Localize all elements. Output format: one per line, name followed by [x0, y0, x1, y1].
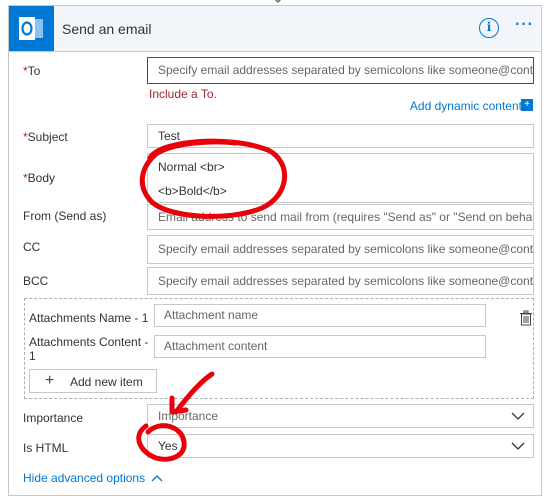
card-title: Send an email	[62, 21, 152, 37]
to-label: *To	[23, 64, 41, 78]
to-input[interactable]: Specify email addresses separated by sem…	[147, 57, 534, 84]
from-label: From (Send as)	[23, 209, 107, 223]
from-input[interactable]: Email address to send mail from (require…	[147, 204, 534, 230]
body-label: *Body	[23, 171, 56, 185]
cc-label: CC	[23, 240, 41, 254]
subject-input[interactable]: Test	[147, 124, 534, 148]
send-email-card: Send an email i ··· *To Specify email ad…	[8, 5, 542, 496]
more-options-icon[interactable]: ···	[515, 16, 534, 34]
hide-advanced-options-link[interactable]: Hide advanced options	[23, 471, 163, 485]
chevron-up-icon	[151, 471, 163, 485]
add-dynamic-content-link[interactable]: Add dynamic content	[410, 99, 522, 113]
is-html-dropdown[interactable]: Yes	[147, 434, 534, 458]
importance-dropdown[interactable]: Importance	[147, 404, 534, 428]
chevron-down-icon	[511, 412, 525, 420]
card-header[interactable]: Send an email i ···	[9, 6, 541, 52]
attachment-name-input[interactable]: Attachment name	[154, 304, 486, 327]
delete-icon[interactable]	[519, 310, 533, 326]
attachment-content-label: Attachments Content - 1	[29, 335, 149, 363]
subject-label: *Subject	[23, 130, 68, 144]
bcc-label: BCC	[23, 274, 49, 288]
is-html-label: Is HTML	[23, 441, 69, 455]
plus-icon[interactable]: +	[521, 99, 533, 111]
to-error-message: Include a To.	[149, 87, 217, 101]
outlook-icon	[9, 6, 54, 51]
cc-input[interactable]: Specify email addresses separated by sem…	[147, 235, 534, 264]
body-line-2: <b>Bold</b>	[158, 184, 227, 198]
body-line-1: Normal <br>	[158, 160, 225, 174]
attachment-content-input[interactable]: Attachment content	[154, 335, 486, 358]
info-icon[interactable]: i	[479, 18, 499, 38]
add-new-item-button[interactable]: + Add new item	[29, 369, 157, 393]
plus-icon: +	[45, 372, 55, 389]
importance-label: Importance	[23, 411, 84, 425]
bcc-input[interactable]: Specify email addresses separated by sem…	[147, 267, 534, 295]
chevron-down-icon	[511, 442, 525, 450]
body-editor[interactable]: Normal <br> <b>Bold</b>	[147, 153, 534, 203]
attachment-name-label: Attachments Name - 1	[29, 311, 149, 325]
